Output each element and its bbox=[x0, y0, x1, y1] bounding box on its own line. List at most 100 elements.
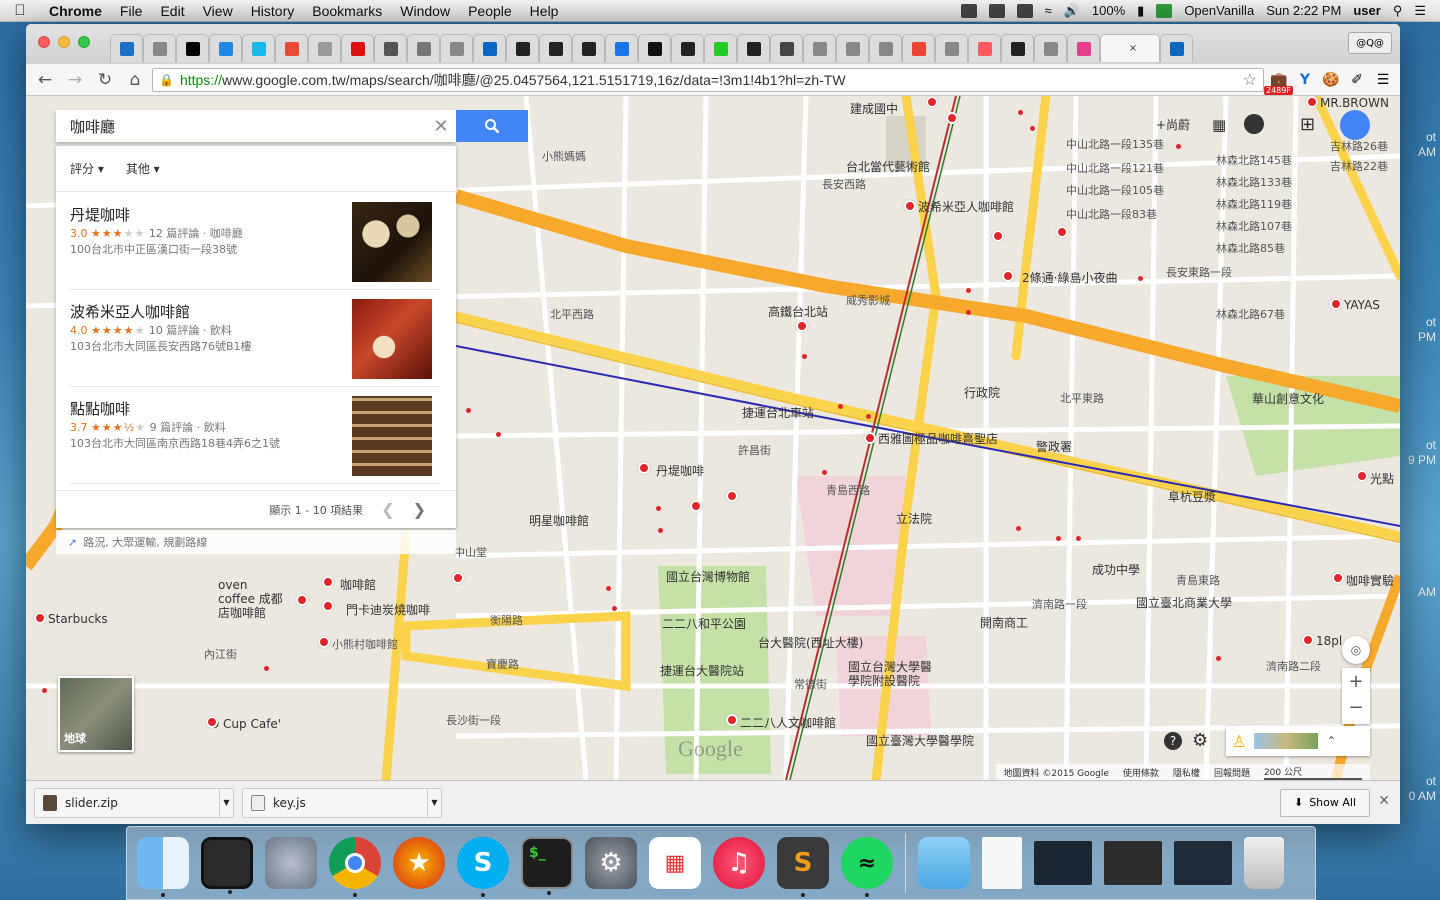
browser-tab[interactable] bbox=[836, 34, 869, 62]
browser-tab[interactable] bbox=[407, 34, 440, 62]
clear-search-icon[interactable]: ✕ bbox=[426, 116, 456, 137]
window-thumbnail[interactable] bbox=[1174, 841, 1232, 885]
review-count[interactable]: 9 篇評論 · 飲料 bbox=[150, 421, 226, 434]
result-name[interactable]: 丹堤咖啡 bbox=[70, 204, 130, 225]
chrome-menu-icon[interactable]: ☰ bbox=[1372, 70, 1394, 90]
cookie-icon[interactable]: 🍪 bbox=[1320, 70, 1342, 90]
my-location-icon[interactable]: ◎ bbox=[1342, 636, 1370, 664]
menu-people[interactable]: People bbox=[459, 3, 521, 19]
extension-icon[interactable]: ✐ bbox=[1346, 70, 1368, 90]
browser-tab[interactable] bbox=[1160, 34, 1193, 62]
cafe-marker[interactable] bbox=[638, 462, 650, 474]
menubar-clock[interactable]: Sun 2:22 PM bbox=[1266, 3, 1341, 18]
apple-menu-icon[interactable]:  bbox=[0, 2, 40, 19]
poi-dot[interactable] bbox=[612, 606, 617, 611]
cafe-marker[interactable] bbox=[1002, 270, 1014, 282]
zoom-out-button[interactable]: − bbox=[1348, 696, 1363, 724]
cafe-marker[interactable] bbox=[322, 600, 334, 612]
previous-page-icon[interactable]: ❮ bbox=[381, 500, 394, 519]
result-item[interactable]: 波希米亞人咖啡館 4.0 ★★★★★ 10 篇評論 · 飲料 103台北市大同區… bbox=[56, 291, 456, 387]
menu-view[interactable]: View bbox=[194, 3, 242, 19]
poi-dot[interactable] bbox=[496, 432, 501, 437]
poi-dot[interactable] bbox=[822, 470, 827, 475]
address-bar[interactable]: 🔒 https:// www.google.com.tw/maps/search… bbox=[152, 67, 1264, 92]
cafe-marker[interactable] bbox=[322, 576, 334, 588]
folder-icon[interactable] bbox=[918, 837, 970, 889]
scale-bar[interactable]: 200 公尺 bbox=[1263, 765, 1362, 780]
forward-button[interactable]: → bbox=[62, 68, 88, 92]
result-photo[interactable] bbox=[352, 299, 432, 379]
menu-window[interactable]: Window bbox=[391, 3, 459, 19]
cafe-marker[interactable] bbox=[296, 594, 308, 606]
browser-tab[interactable] bbox=[440, 34, 473, 62]
cafe-marker[interactable] bbox=[690, 500, 702, 512]
wifi-icon[interactable]: ≈ bbox=[1045, 3, 1052, 18]
poi-dot[interactable] bbox=[1018, 110, 1023, 115]
download-menu-chevron-icon[interactable]: ▼ bbox=[219, 788, 233, 817]
review-count[interactable]: 10 篇評論 · 飲料 bbox=[149, 324, 232, 337]
poi-dot[interactable] bbox=[966, 288, 971, 293]
apps-grid-icon[interactable]: ▦ bbox=[649, 837, 701, 889]
menubar-user[interactable]: user bbox=[1353, 3, 1380, 18]
browser-tab[interactable] bbox=[902, 34, 935, 62]
browser-tab[interactable] bbox=[1001, 34, 1034, 62]
browser-tab[interactable] bbox=[176, 34, 209, 62]
extension-y-icon[interactable]: Y bbox=[1294, 70, 1316, 90]
poi-dot[interactable] bbox=[838, 404, 843, 409]
download-menu-chevron-icon[interactable]: ▼ bbox=[427, 788, 441, 817]
battery-icon[interactable]: ▮ bbox=[1137, 3, 1144, 19]
browser-tab[interactable] bbox=[341, 34, 374, 62]
browser-tab[interactable] bbox=[1034, 34, 1067, 62]
bell-tray-icon[interactable] bbox=[1016, 3, 1033, 18]
search-button[interactable] bbox=[456, 110, 528, 142]
poi-dot[interactable] bbox=[656, 506, 661, 511]
cafe-marker[interactable] bbox=[1356, 470, 1368, 482]
browser-tab[interactable] bbox=[638, 34, 671, 62]
profile-button[interactable]: @Q@ bbox=[1348, 32, 1392, 54]
earth-view-toggle[interactable]: 地球 bbox=[58, 676, 134, 752]
poi-dot[interactable] bbox=[466, 408, 471, 413]
home-button[interactable]: ⌂ bbox=[122, 68, 148, 92]
browser-tab-active[interactable]: × bbox=[1100, 34, 1160, 62]
menu-edit[interactable]: Edit bbox=[151, 3, 193, 19]
cafe-marker[interactable] bbox=[452, 572, 464, 584]
cafe-marker[interactable] bbox=[796, 320, 808, 332]
spotify-icon[interactable]: ≈ bbox=[841, 837, 893, 897]
account-avatar[interactable] bbox=[1340, 110, 1370, 140]
terms-link[interactable]: 使用條款 bbox=[1123, 766, 1159, 779]
cafe-marker[interactable] bbox=[992, 230, 1004, 242]
cafe-marker[interactable] bbox=[34, 612, 46, 624]
download-item[interactable]: key.js ▼ bbox=[242, 787, 442, 818]
back-button[interactable]: ← bbox=[32, 68, 58, 92]
browser-tab[interactable] bbox=[473, 34, 506, 62]
itunes-music-icon[interactable]: ♫ bbox=[713, 837, 765, 889]
cafe-marker[interactable] bbox=[1306, 96, 1318, 108]
extension-icon[interactable]: 💼 2489F bbox=[1264, 70, 1293, 95]
result-photo[interactable] bbox=[352, 396, 432, 476]
browser-tab[interactable] bbox=[1067, 34, 1100, 62]
browser-tab[interactable] bbox=[110, 34, 143, 62]
rating-filter-dropdown[interactable]: 評分 ▾ bbox=[70, 160, 104, 177]
cafe-marker[interactable] bbox=[904, 200, 916, 212]
map-canvas[interactable]: 建成國中 台北當代藝術館 長安西路 波希米亞人咖啡館 小熊媽媽 2條通·綠島小夜… bbox=[26, 96, 1400, 780]
cafe-marker[interactable] bbox=[1302, 634, 1314, 646]
browser-tab[interactable] bbox=[242, 34, 275, 62]
browser-tab[interactable] bbox=[374, 34, 407, 62]
launchpad-rocket-icon[interactable] bbox=[265, 837, 317, 889]
cafe-marker[interactable] bbox=[206, 716, 218, 728]
menu-app-chrome[interactable]: Chrome bbox=[40, 3, 111, 19]
poi-dot[interactable] bbox=[966, 310, 971, 315]
search-input[interactable] bbox=[56, 117, 426, 135]
poi-dot[interactable] bbox=[866, 414, 871, 419]
result-name[interactable]: 點點咖啡 bbox=[70, 398, 130, 419]
poi-dot[interactable] bbox=[1138, 276, 1143, 281]
menu-bookmarks[interactable]: Bookmarks bbox=[303, 3, 391, 19]
minimize-window-button[interactable] bbox=[58, 36, 70, 48]
sublime-text-icon[interactable]: S bbox=[777, 837, 829, 897]
browser-tab[interactable] bbox=[803, 34, 836, 62]
browser-tab[interactable] bbox=[506, 34, 539, 62]
review-count[interactable]: 12 篇評論 · 咖啡廳 bbox=[149, 227, 243, 240]
activity-monitor-icon[interactable] bbox=[201, 837, 253, 894]
help-icon[interactable]: ? bbox=[1164, 732, 1182, 750]
zoom-window-button[interactable] bbox=[78, 36, 90, 48]
